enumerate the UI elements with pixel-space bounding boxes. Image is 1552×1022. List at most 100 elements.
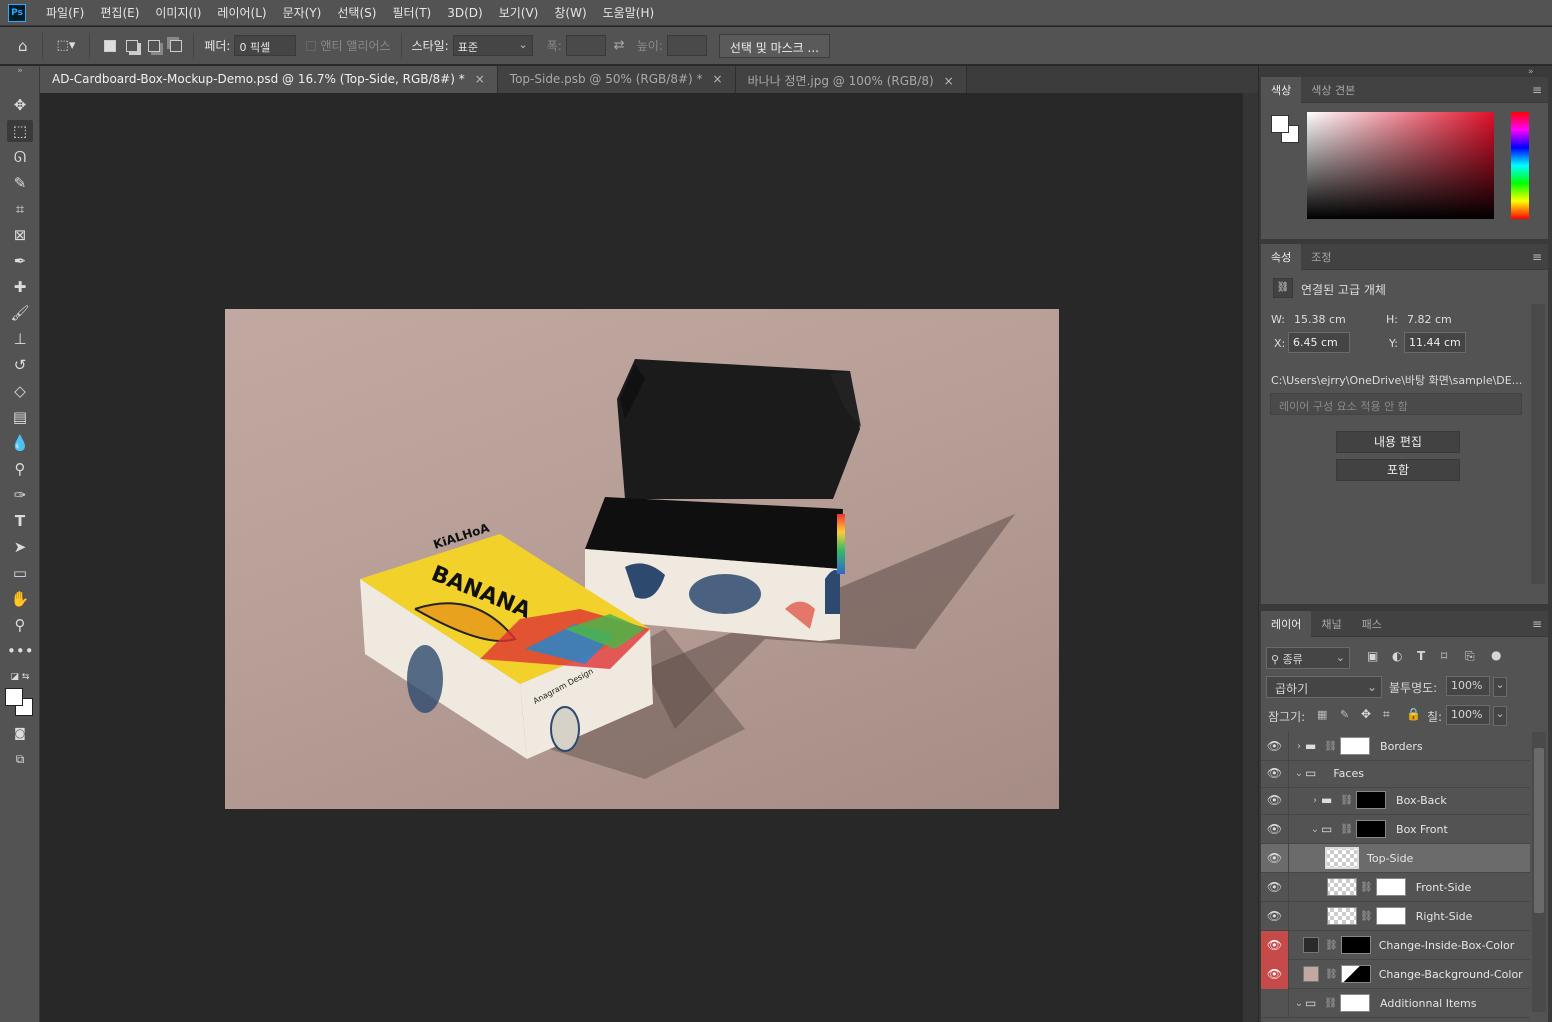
eye-icon[interactable]: 👁 <box>1261 758 1289 788</box>
layer-row[interactable]: 👁 ⛓ Front-Side <box>1261 872 1530 902</box>
fill-input[interactable]: 100% <box>1446 705 1490 725</box>
close-icon[interactable]: × <box>713 72 723 86</box>
menu-image[interactable]: 이미지(I) <box>147 4 209 21</box>
lock-position-icon[interactable]: ✥ <box>1361 707 1371 721</box>
eye-icon[interactable]: 👁 <box>1261 731 1289 761</box>
lock-pixels-icon[interactable]: ✎ <box>1340 708 1349 721</box>
select-and-mask-button[interactable]: 선택 및 마스크 ... <box>718 33 830 58</box>
tab-color[interactable]: 색상 <box>1261 76 1302 103</box>
eye-icon[interactable]: 👁 <box>1261 872 1289 902</box>
eye-icon[interactable]: 👁 <box>1261 814 1289 844</box>
chevron-down-icon[interactable]: ⌄ <box>1493 677 1507 697</box>
quick-mask-icon[interactable]: ◙ <box>7 722 33 744</box>
swap-icon[interactable]: ⇄ <box>614 38 625 53</box>
history-brush-tool-icon[interactable]: ↺ <box>7 354 33 376</box>
menu-filter[interactable]: 필터(T) <box>384 4 439 21</box>
tab-paths[interactable]: 패스 <box>1352 611 1392 637</box>
lasso-tool-icon[interactable]: ᘏ <box>7 146 33 168</box>
tab-adjustments[interactable]: 조정 <box>1301 244 1341 270</box>
x-input[interactable]: 6.45 cm <box>1288 332 1350 353</box>
menu-view[interactable]: 보기(V) <box>491 4 547 21</box>
subtract-selection-icon[interactable] <box>148 39 161 52</box>
type-tool-icon[interactable]: T <box>7 510 33 532</box>
chevron-right-icon[interactable]: › <box>1293 741 1305 752</box>
menu-select[interactable]: 선택(S) <box>329 4 384 21</box>
chevron-down-icon[interactable]: ⌄ <box>1293 768 1305 779</box>
document-canvas-image[interactable]: BANANA KiALHoA Anagram Design <box>225 309 1059 809</box>
collapse-icon[interactable]: » <box>7 66 33 76</box>
chevron-down-icon[interactable]: ⌄ <box>1493 706 1507 726</box>
blend-mode-select[interactable]: 곱하기 ⌄ <box>1266 676 1382 698</box>
tab-channels[interactable]: 채널 <box>1311 611 1351 637</box>
rectangle-tool-icon[interactable]: ▭ <box>7 562 33 584</box>
tab-layers[interactable]: 레이어 <box>1261 610 1312 637</box>
pen-tool-icon[interactable]: ✑ <box>7 484 33 506</box>
layer-row[interactable]: 👁 › ▬ ⛓ Borders <box>1261 731 1530 761</box>
blur-tool-icon[interactable]: 💧 <box>7 432 33 454</box>
tab-document-banana[interactable]: 바나나 정면.jpg @ 100% (RGB/8) × <box>735 66 967 93</box>
panel-menu-icon[interactable]: ≡ <box>1532 617 1542 631</box>
width-input[interactable] <box>565 35 606 56</box>
properties-scrollbar[interactable] <box>1531 304 1545 584</box>
crop-tool-icon[interactable]: ⌗ <box>7 198 33 220</box>
layer-row[interactable]: 👁 ⌄ ▭ ⛓ Box Front <box>1261 814 1530 844</box>
close-icon[interactable]: × <box>944 74 954 88</box>
gradient-tool-icon[interactable]: ▤ <box>7 406 33 428</box>
menu-3d[interactable]: 3D(D) <box>439 6 490 20</box>
layer-row[interactable]: 👁 › ▬ ⛓ Box-Back <box>1261 785 1530 815</box>
home-icon[interactable]: ⌂ <box>18 37 28 55</box>
adjustment-filter-icon[interactable]: ◐ <box>1392 649 1402 663</box>
foreground-color-swatch[interactable] <box>5 688 23 706</box>
scrollbar-thumb[interactable] <box>1534 748 1544 913</box>
antialias-checkbox[interactable] <box>306 40 317 51</box>
eye-icon[interactable]: 👁 <box>1261 785 1289 815</box>
menu-help[interactable]: 도움말(H) <box>595 4 663 21</box>
foreground-color-swatch[interactable] <box>1271 115 1289 133</box>
lock-transparent-icon[interactable]: ▦ <box>1317 708 1327 721</box>
layer-row[interactable]: 👁 ⛓ Right-Side <box>1261 901 1530 931</box>
collapse-icon[interactable]: » <box>1528 67 1534 77</box>
lock-artboard-icon[interactable]: ⌗ <box>1383 707 1390 722</box>
menu-layer[interactable]: 레이어(L) <box>209 4 274 21</box>
add-selection-icon[interactable] <box>126 39 139 52</box>
feather-input[interactable]: 0 픽셀 <box>234 35 297 56</box>
eyedropper-tool-icon[interactable]: ✒ <box>7 250 33 272</box>
w-value[interactable]: 15.38 cm <box>1294 313 1346 326</box>
hue-slider[interactable] <box>1511 112 1529 219</box>
frame-tool-icon[interactable]: ⊠ <box>7 224 33 246</box>
layer-row[interactable]: 👁 ⌄ ▭ Faces <box>1261 758 1530 788</box>
smart-object-filter-icon[interactable]: ⎘ <box>1465 649 1475 664</box>
layer-filter-select[interactable]: ⚲ 종류 ⌄ <box>1266 647 1350 669</box>
eye-icon[interactable]: 👁 <box>1261 901 1289 931</box>
path-selection-tool-icon[interactable]: ➤ <box>7 536 33 558</box>
panel-menu-icon[interactable]: ≡ <box>1532 250 1542 264</box>
style-select[interactable]: 표준 ⌄ <box>452 35 533 56</box>
menu-file[interactable]: 파일(F) <box>38 4 92 21</box>
hand-tool-icon[interactable]: ✋ <box>7 588 33 610</box>
lock-all-icon[interactable]: 🔒 <box>1406 707 1421 721</box>
tab-swatches[interactable]: 색상 견본 <box>1301 77 1365 103</box>
healing-brush-tool-icon[interactable]: ✚ <box>7 276 33 298</box>
image-filter-icon[interactable]: ▣ <box>1367 649 1378 663</box>
height-input[interactable] <box>666 35 707 56</box>
layer-row-selected[interactable]: 👁 Top-Side <box>1261 843 1530 873</box>
eye-icon[interactable]: 👁 <box>1261 930 1289 960</box>
h-value[interactable]: 7.82 cm <box>1407 313 1452 326</box>
y-input[interactable]: 11.44 cm <box>1404 332 1466 353</box>
new-selection-icon[interactable] <box>104 39 117 52</box>
eye-icon[interactable]: 👁 <box>1261 988 1289 1018</box>
tab-properties[interactable]: 속성 <box>1261 243 1302 270</box>
opacity-input[interactable]: 100% <box>1446 676 1490 696</box>
layer-row[interactable]: 👁 ⛓ Change-Background-Color <box>1261 959 1530 989</box>
eye-icon[interactable]: 👁 <box>1261 843 1289 873</box>
layer-row[interactable]: 👁 ⌄ ▭ ⛓ Additionnal Items <box>1261 988 1530 1018</box>
intersect-selection-icon[interactable] <box>170 39 183 52</box>
shape-filter-icon[interactable]: ⌑ <box>1441 649 1447 663</box>
chevron-right-icon[interactable]: › <box>1309 795 1321 806</box>
menu-window[interactable]: 창(W) <box>546 4 594 21</box>
zoom-tool-icon[interactable]: ⚲ <box>7 614 33 636</box>
edit-contents-button[interactable]: 내용 편집 <box>1336 431 1460 453</box>
marquee-tool-icon[interactable]: ⬚ <box>7 120 33 142</box>
default-colors-icon[interactable]: ◪ ⇆ <box>7 666 33 688</box>
chevron-down-icon[interactable]: ⌄ <box>1309 824 1321 835</box>
